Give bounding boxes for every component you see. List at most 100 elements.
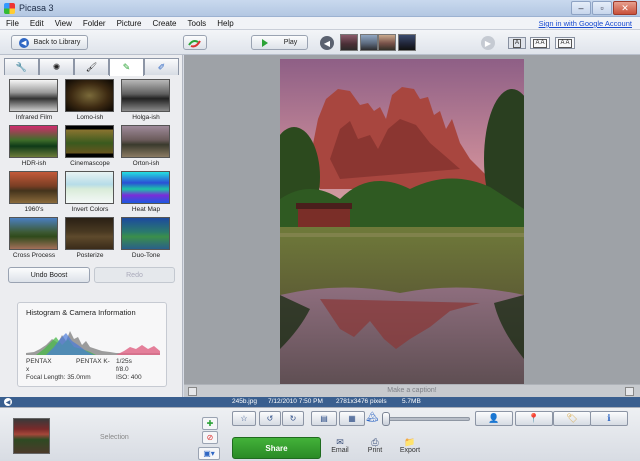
info-button[interactable]: ℹ <box>590 411 628 426</box>
effect-label: Heat Map <box>131 206 161 213</box>
main-photo[interactable] <box>280 59 524 386</box>
clear-tray-button[interactable]: ⊘ <box>202 431 218 444</box>
sign-in-link[interactable]: Sign in with Google Account <box>539 19 632 28</box>
size-medium-label: A A <box>533 38 547 48</box>
people-button[interactable]: 👤 <box>475 411 513 426</box>
menu-folder[interactable]: Folder <box>83 19 106 28</box>
export-button[interactable]: 📁 Export <box>390 437 430 454</box>
menu-tools[interactable]: Tools <box>188 19 207 28</box>
histogram-graph <box>26 331 160 355</box>
menu-create[interactable]: Create <box>152 19 176 28</box>
filmstrip-thumbnail[interactable] <box>360 34 378 51</box>
title-bar: Picasa 3 <box>0 0 640 17</box>
effect-label: Orton-ish <box>132 160 160 167</box>
filmstrip-thumbnail[interactable] <box>398 34 416 51</box>
effect-duo-tone[interactable]: Duo-Tone <box>118 217 170 259</box>
top-toolbar: ◀ Back to Library Play ◀ ▶ A A A A A <box>0 30 640 55</box>
tab-tuning[interactable]: ✺ <box>39 58 74 75</box>
tab-effects-1[interactable]: 🖌 <box>74 58 109 75</box>
menu-view[interactable]: View <box>55 19 72 28</box>
map-pin-icon: 📍 <box>528 413 540 423</box>
close-button[interactable]: ✕ <box>613 1 637 15</box>
info-icon: ℹ <box>607 413 611 423</box>
menu-help[interactable]: Help <box>217 19 233 28</box>
caption-input[interactable]: Make a caption! <box>184 387 640 394</box>
caption-right-square-icon[interactable] <box>625 387 634 396</box>
effect-hdr-ish[interactable]: HDR-ish <box>6 125 58 167</box>
picasa-logo-icon <box>4 2 15 14</box>
landscape-photo <box>280 59 524 386</box>
tray-thumbnail[interactable] <box>13 418 50 454</box>
iso-value: ISO: 400 <box>116 374 142 381</box>
back-to-library-button[interactable]: ◀ Back to Library <box>11 35 88 50</box>
effect-posterize[interactable]: Posterize <box>62 217 114 259</box>
status-filename: 245b.jpg <box>232 398 257 405</box>
status-bar: ◀ 245b.jpg 7/12/2010 7:50 PM 2781x3476 p… <box>0 397 640 407</box>
menu-bar: File Edit View Folder Picture Create Too… <box>0 17 640 30</box>
places-button[interactable]: 📍 <box>515 411 553 426</box>
zoom-slider-handle[interactable] <box>382 412 390 426</box>
star-button[interactable]: ☆ <box>232 411 256 426</box>
tab-basic-fixes[interactable]: 🔧 <box>4 58 39 75</box>
effect-label: Duo-Tone <box>131 252 161 259</box>
share-button[interactable]: Share <box>232 437 321 459</box>
collapse-icon[interactable]: ◀ <box>4 398 12 406</box>
caption-size-medium-button[interactable]: A A <box>530 37 550 49</box>
filmstrip-thumbnail[interactable] <box>378 34 396 51</box>
rotate-left-icon: ↺ <box>266 414 274 423</box>
menu-edit[interactable]: Edit <box>30 19 44 28</box>
printer-icon: ⎙ <box>371 437 379 447</box>
effect-heat-map[interactable]: Heat Map <box>118 171 170 213</box>
play-slideshow-button[interactable]: Play <box>251 35 308 50</box>
rotate-right-button[interactable]: ↻ <box>282 411 304 426</box>
photo-viewer[interactable] <box>184 55 640 397</box>
histogram-panel: Histogram & Camera Information PENTAX x … <box>17 302 167 387</box>
caption-bar: Make a caption! <box>184 384 640 397</box>
effects-toggle-button[interactable] <box>183 35 207 50</box>
menu-picture[interactable]: Picture <box>117 19 142 28</box>
hold-pin-button[interactable]: ✚ <box>202 417 218 430</box>
tab-effects-3[interactable]: ✐ <box>144 58 179 75</box>
effect-thumbnail <box>9 171 58 204</box>
tags-button[interactable]: 🏷 <box>553 411 591 426</box>
caption-size-small-button[interactable]: A <box>508 37 526 49</box>
effect-label: Cinemascope <box>70 160 110 167</box>
view-mode-button[interactable]: ▤ <box>311 411 337 426</box>
rotate-left-button[interactable]: ↺ <box>259 411 281 426</box>
effects-arrows-icon <box>188 39 201 47</box>
previous-photo-button[interactable]: ◀ <box>320 36 334 50</box>
effect-holga-ish[interactable]: Holga-ish <box>118 79 170 121</box>
effect-cinemascope[interactable]: Cinemascope <box>62 125 114 167</box>
effect-lomo-ish[interactable]: Lomo-ish <box>62 79 114 121</box>
tray-selection-label: Selection <box>100 434 129 441</box>
caption-size-large-button[interactable]: A A <box>555 37 575 49</box>
tab-effects-2[interactable]: ✎ <box>109 58 144 76</box>
zoom-slider-track[interactable] <box>386 417 470 421</box>
maximize-button[interactable]: ▫ <box>592 1 612 15</box>
clear-circle-icon: ⊘ <box>206 433 214 442</box>
print-button[interactable]: ⎙ Print <box>355 437 395 454</box>
size-small-label: A <box>512 38 521 48</box>
play-icon <box>261 38 268 47</box>
undo-button[interactable]: Undo Boost <box>8 267 90 283</box>
minimize-button[interactable]: – <box>571 1 591 15</box>
email-button[interactable]: ✉ Email <box>320 437 360 454</box>
effect-invert-colors[interactable]: Invert Colors <box>62 171 114 213</box>
effect-orton-ish[interactable]: Orton-ish <box>118 125 170 167</box>
print-label: Print <box>367 447 383 454</box>
detail-mode-button[interactable]: ▦ <box>339 411 365 426</box>
effect-1960s[interactable]: 1960's <box>6 171 58 213</box>
redo-button[interactable]: Redo <box>94 267 175 283</box>
next-photo-button[interactable]: ▶ <box>481 36 495 50</box>
email-label: Email <box>331 447 349 454</box>
back-to-library-label: Back to Library <box>33 39 81 46</box>
menu-file[interactable]: File <box>6 19 19 28</box>
add-to-album-button[interactable]: ▣▾ <box>198 447 220 460</box>
focal-length: Focal Length: 35.0mm <box>26 374 91 381</box>
effect-thumbnail <box>65 217 114 250</box>
play-label: Play <box>283 39 298 46</box>
effect-thumbnail <box>65 171 114 204</box>
filmstrip-thumbnail[interactable] <box>340 34 358 51</box>
effect-infrared-film[interactable]: Infrared Film <box>6 79 58 121</box>
effect-cross-process[interactable]: Cross Process <box>6 217 58 259</box>
